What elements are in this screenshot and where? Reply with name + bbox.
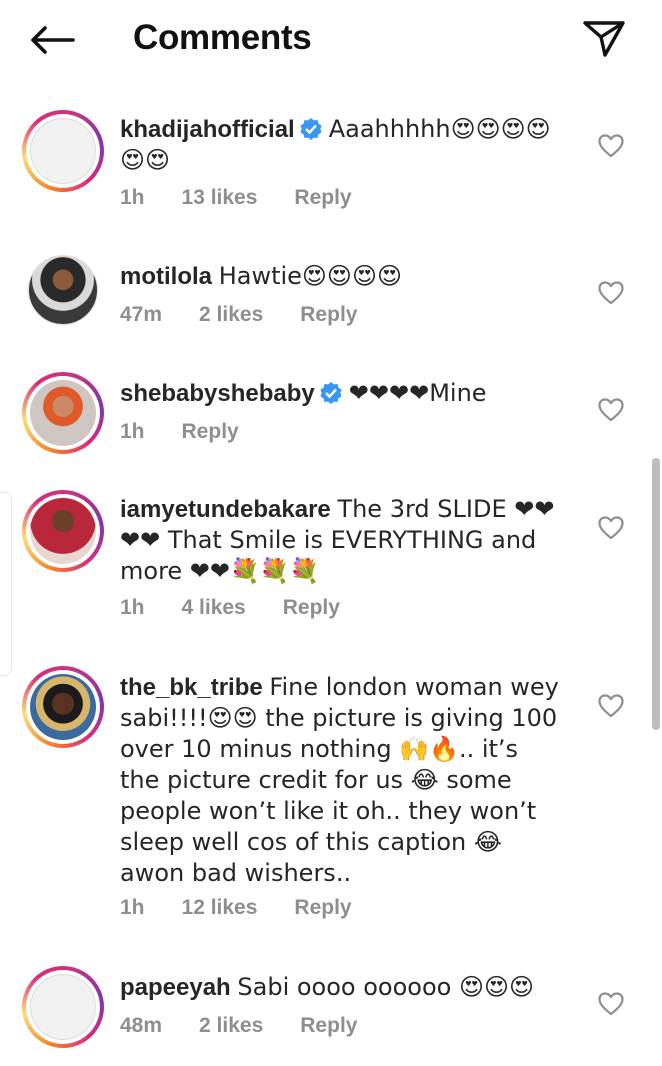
back-button[interactable] xyxy=(26,20,78,60)
comment-likes[interactable]: 2 likes xyxy=(199,1014,263,1038)
reply-button[interactable]: Reply xyxy=(300,303,357,327)
avatar[interactable] xyxy=(28,255,98,325)
reply-button[interactable]: Reply xyxy=(300,1014,357,1038)
avatar[interactable] xyxy=(22,110,104,192)
comment-time: 1h xyxy=(120,596,145,619)
paper-plane-icon xyxy=(583,21,625,57)
heart-outline-icon xyxy=(598,992,624,1016)
comment-time: 1h xyxy=(120,186,145,209)
like-button[interactable] xyxy=(596,692,626,720)
comment-username[interactable]: motilola xyxy=(120,263,212,290)
verified-badge-icon xyxy=(320,382,342,404)
reply-button[interactable]: Reply xyxy=(182,420,239,444)
share-button[interactable] xyxy=(580,16,628,60)
comment-text: Fine london woman wey sabi!!!!😍😍 the pic… xyxy=(120,673,559,887)
reply-button[interactable]: Reply xyxy=(283,596,340,620)
comment-time: 48m xyxy=(120,1014,163,1037)
comment-username[interactable]: iamyetundebakare xyxy=(120,496,331,523)
like-button[interactable] xyxy=(596,514,626,542)
heart-outline-icon xyxy=(598,134,624,158)
heart-outline-icon xyxy=(598,398,624,422)
comment-time: 47m xyxy=(120,303,163,326)
like-button[interactable] xyxy=(596,132,626,160)
comment-text: Hawtie😍😍😍😍 xyxy=(218,262,402,290)
comment-likes[interactable]: 4 likes xyxy=(182,596,246,620)
comment-text: ❤❤❤❤Mine xyxy=(348,379,487,407)
like-button[interactable] xyxy=(596,990,626,1018)
comment-username[interactable]: shebabyshebaby xyxy=(120,380,315,407)
comment-likes[interactable]: 13 likes xyxy=(182,186,258,210)
avatar[interactable] xyxy=(22,666,104,748)
scrollbar[interactable] xyxy=(652,458,660,730)
heart-outline-icon xyxy=(598,281,624,305)
like-button[interactable] xyxy=(596,396,626,424)
like-button[interactable] xyxy=(596,279,626,307)
comment-likes[interactable]: 2 likes xyxy=(199,303,263,327)
arrow-left-icon xyxy=(31,26,75,54)
comment-text: Sabi oooo oooooo 😍😍😍 xyxy=(237,973,535,1001)
avatar[interactable] xyxy=(22,490,104,572)
comment-username[interactable]: papeeyah xyxy=(120,974,231,1001)
verified-badge-icon xyxy=(300,118,322,140)
comment-likes[interactable]: 12 likes xyxy=(182,896,258,920)
heart-outline-icon xyxy=(598,516,624,540)
reply-button[interactable]: Reply xyxy=(294,186,351,210)
side-panel-handle[interactable] xyxy=(0,492,12,676)
page-title: Comments xyxy=(133,18,312,57)
avatar[interactable] xyxy=(22,966,104,1048)
header-bar: Comments xyxy=(0,0,662,86)
heart-outline-icon xyxy=(598,694,624,718)
avatar[interactable] xyxy=(22,372,104,454)
comment-time: 1h xyxy=(120,896,145,919)
comment-username[interactable]: the_bk_tribe xyxy=(120,674,263,701)
comment-time: 1h xyxy=(120,420,145,443)
reply-button[interactable]: Reply xyxy=(294,896,351,920)
comment-username[interactable]: khadijahofficial xyxy=(120,116,295,143)
